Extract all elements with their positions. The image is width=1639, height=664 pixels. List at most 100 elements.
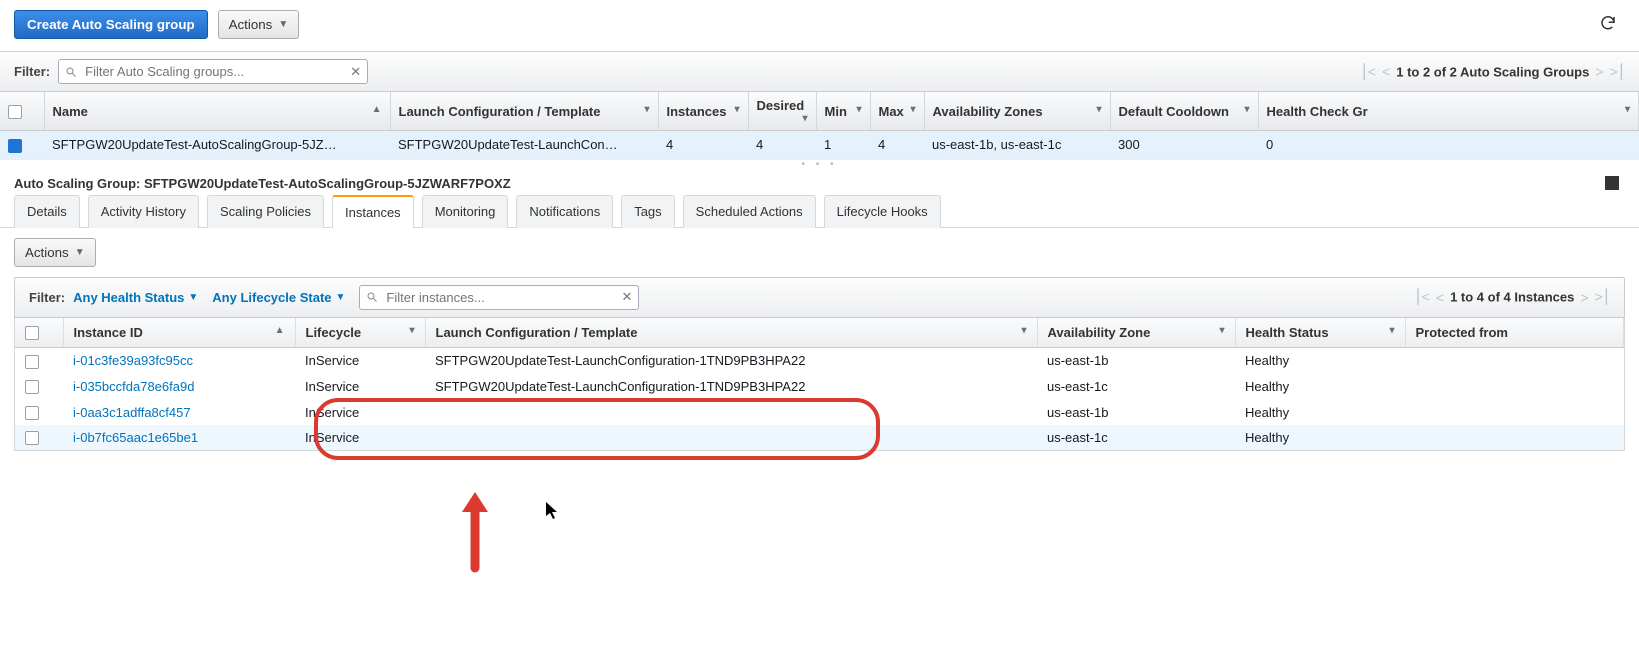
- chevron-down-icon: ▼: [188, 292, 198, 303]
- checkbox-icon[interactable]: [8, 105, 22, 119]
- checkbox-icon[interactable]: [25, 431, 39, 445]
- instance-id-link[interactable]: i-035bccfda78e6fa9d: [73, 379, 194, 394]
- asg-row[interactable]: SFTPGW20UpdateTest-AutoScalingGroup-5JZ……: [0, 131, 1639, 160]
- tab-notifications[interactable]: Notifications: [516, 195, 613, 228]
- details-title-name: SFTPGW20UpdateTest-AutoScalingGroup-5JZW…: [144, 176, 511, 191]
- chevron-down-icon: ▾: [910, 104, 915, 115]
- page-prev-icon[interactable]: <: [1436, 289, 1444, 305]
- sort-asc-icon: ▲: [372, 104, 382, 115]
- asg-cell-name: SFTPGW20UpdateTest-AutoScalingGroup-5JZ…: [44, 131, 390, 160]
- inst-col-lifecycle[interactable]: Lifecycle▾: [295, 318, 425, 348]
- asg-col-cooldown[interactable]: Default Cooldown▾: [1110, 92, 1258, 131]
- chevron-down-icon: ▾: [734, 104, 739, 115]
- instance-health: Healthy: [1235, 399, 1405, 425]
- minimize-icon[interactable]: [1605, 176, 1619, 190]
- top-toolbar: Create Auto Scaling group Actions ▼: [0, 0, 1639, 51]
- page-first-icon[interactable]: ⎮<: [1414, 289, 1429, 306]
- chevron-down-icon: ▼: [336, 292, 346, 303]
- instances-actions-button[interactable]: Actions ▼: [14, 238, 96, 267]
- asg-cell-max: 4: [870, 131, 924, 160]
- asg-filter-bar: Filter: ✕ ⎮< < 1 to 2 of 2 Auto Scaling …: [0, 51, 1639, 92]
- instance-id-link[interactable]: i-0b7fc65aac1e65be1: [73, 430, 198, 445]
- lifecycle-state-filter[interactable]: Any Lifecycle State ▼: [212, 290, 345, 305]
- inst-col-launch[interactable]: Launch Configuration / Template▾: [425, 318, 1037, 348]
- tab-details[interactable]: Details: [14, 195, 80, 228]
- page-last-icon[interactable]: >⎮: [1595, 289, 1610, 306]
- instance-az: us-east-1b: [1037, 348, 1235, 374]
- chevron-down-icon: ▾: [1389, 325, 1394, 336]
- tab-activity-history[interactable]: Activity History: [88, 195, 199, 228]
- sort-asc-icon: ▲: [275, 325, 285, 336]
- checkbox-icon[interactable]: [25, 355, 39, 369]
- checkbox-icon[interactable]: [25, 406, 39, 420]
- page-next-icon[interactable]: >: [1580, 289, 1588, 305]
- instance-lifecycle: InService: [295, 399, 425, 425]
- asg-col-min[interactable]: Min▾: [816, 92, 870, 131]
- inst-col-az[interactable]: Availability Zone▾: [1037, 318, 1235, 348]
- tab-scheduled-actions[interactable]: Scheduled Actions: [683, 195, 816, 228]
- checkbox-icon[interactable]: [25, 326, 39, 340]
- instances-table: Instance ID▲ Lifecycle▾ Launch Configura…: [15, 318, 1624, 451]
- filter-label: Filter:: [14, 64, 50, 79]
- asg-cell-desired: 4: [748, 131, 816, 160]
- tab-lifecycle-hooks[interactable]: Lifecycle Hooks: [824, 195, 941, 228]
- asg-col-checkbox[interactable]: [0, 92, 44, 131]
- pane-splitter[interactable]: • • •: [0, 160, 1639, 170]
- chevron-down-icon: ▾: [1625, 104, 1630, 115]
- instance-launch-config: SFTPGW20UpdateTest-LaunchConfiguration-1…: [425, 374, 1037, 400]
- actions-dropdown-button[interactable]: Actions ▼: [218, 10, 300, 39]
- tab-monitoring[interactable]: Monitoring: [422, 195, 509, 228]
- asg-col-max[interactable]: Max▾: [870, 92, 924, 131]
- actions-label: Actions: [229, 17, 273, 32]
- asg-col-health[interactable]: Health Check Gr▾: [1258, 92, 1639, 131]
- asg-col-instances[interactable]: Instances▾: [658, 92, 748, 131]
- instance-az: us-east-1b: [1037, 399, 1235, 425]
- inst-col-id[interactable]: Instance ID▲: [63, 318, 295, 348]
- tab-instances[interactable]: Instances: [332, 195, 414, 228]
- details-title-prefix: Auto Scaling Group:: [14, 176, 144, 191]
- instance-row[interactable]: i-035bccfda78e6fa9d InService SFTPGW20Up…: [15, 374, 1624, 400]
- instance-row[interactable]: i-0b7fc65aac1e65be1 InService us-east-1c…: [15, 425, 1624, 451]
- chevron-down-icon: ▾: [1096, 104, 1101, 115]
- instance-id-link[interactable]: i-0aa3c1adffa8cf457: [73, 405, 191, 420]
- instances-pager-text: 1 to 4 of 4 Instances: [1450, 290, 1574, 305]
- asg-col-desired[interactable]: Desired▾: [748, 92, 816, 131]
- health-status-filter[interactable]: Any Health Status ▼: [73, 290, 198, 305]
- instance-row[interactable]: i-01c3fe39a93fc95cc InService SFTPGW20Up…: [15, 348, 1624, 374]
- tab-tags[interactable]: Tags: [621, 195, 674, 228]
- page-first-icon[interactable]: ⎮<: [1361, 63, 1376, 80]
- checkbox-icon[interactable]: [8, 139, 22, 153]
- clear-filter-icon[interactable]: ✕: [350, 64, 361, 80]
- inst-col-health[interactable]: Health Status▾: [1235, 318, 1405, 348]
- asg-col-az[interactable]: Availability Zones▾: [924, 92, 1110, 131]
- tab-scaling-policies[interactable]: Scaling Policies: [207, 195, 324, 228]
- instance-health: Healthy: [1235, 425, 1405, 451]
- asg-pager: ⎮< < 1 to 2 of 2 Auto Scaling Groups > >…: [1361, 63, 1625, 80]
- asg-cell-az: us-east-1b, us-east-1c: [924, 131, 1110, 160]
- instance-protected: [1405, 374, 1624, 400]
- chevron-down-icon: ▾: [409, 325, 414, 336]
- chevron-down-icon: ▾: [1244, 104, 1249, 115]
- page-last-icon[interactable]: >⎮: [1610, 63, 1625, 80]
- checkbox-icon[interactable]: [25, 380, 39, 394]
- refresh-icon[interactable]: [1599, 14, 1617, 32]
- instance-id-link[interactable]: i-01c3fe39a93fc95cc: [73, 353, 193, 368]
- instance-protected: [1405, 399, 1624, 425]
- chevron-down-icon: ▾: [644, 104, 649, 115]
- chevron-down-icon: ▾: [1219, 325, 1224, 336]
- asg-cell-instances: 4: [658, 131, 748, 160]
- clear-filter-icon[interactable]: ✕: [622, 289, 633, 305]
- annotation-arrow-icon: [460, 492, 490, 573]
- asg-col-name[interactable]: Name▲: [44, 92, 390, 131]
- asg-filter-input[interactable]: [58, 59, 368, 84]
- search-icon: [65, 66, 77, 78]
- asg-col-launch[interactable]: Launch Configuration / Template▾: [390, 92, 658, 131]
- page-next-icon[interactable]: >: [1595, 64, 1603, 80]
- instance-row[interactable]: i-0aa3c1adffa8cf457 InService us-east-1b…: [15, 399, 1624, 425]
- page-prev-icon[interactable]: <: [1382, 64, 1390, 80]
- inst-col-checkbox[interactable]: [15, 318, 63, 348]
- instance-lifecycle: InService: [295, 374, 425, 400]
- instances-filter-input[interactable]: [359, 285, 639, 310]
- create-asg-button[interactable]: Create Auto Scaling group: [14, 10, 208, 39]
- inst-col-protected[interactable]: Protected from: [1405, 318, 1624, 348]
